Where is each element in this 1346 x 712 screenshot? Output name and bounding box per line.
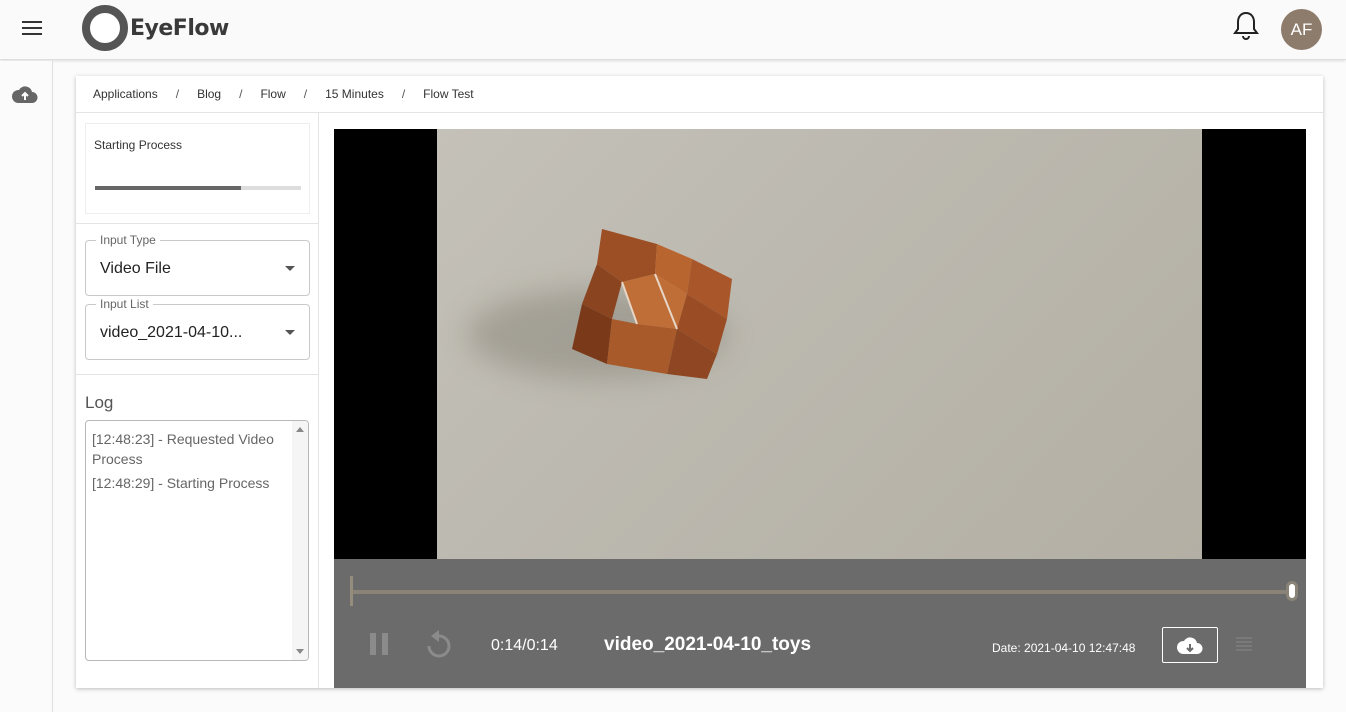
log-scrollbar[interactable] <box>292 421 308 660</box>
breadcrumb-flow-test: Flow Test <box>423 87 474 101</box>
time-display: 0:14/0:14 <box>491 637 558 654</box>
video-frame <box>437 129 1202 559</box>
app-name: EyeFlow <box>130 15 229 41</box>
logo-ring-icon <box>82 5 128 51</box>
breadcrumb-blog[interactable]: Blog <box>197 87 221 101</box>
scroll-up-icon[interactable] <box>296 427 304 432</box>
chevron-down-icon <box>285 266 295 271</box>
input-type-value: Video File <box>100 260 171 277</box>
pause-icon[interactable] <box>370 633 390 655</box>
app-bar: EyeFlow AF <box>0 0 1346 60</box>
input-list-label: Input List <box>96 297 153 311</box>
seek-bar[interactable] <box>350 576 1298 606</box>
video-date: Date: 2021-04-10 12:47:48 <box>992 641 1136 655</box>
log-textarea[interactable]: [12:48:23] - Requested Video Process [12… <box>85 420 309 661</box>
cloud-download-icon <box>1177 637 1203 654</box>
bell-icon[interactable] <box>1232 10 1260 42</box>
cloud-upload-icon[interactable] <box>12 84 38 104</box>
log-title: Log <box>85 393 114 412</box>
avatar[interactable]: AF <box>1281 9 1322 50</box>
toy-image <box>572 229 732 379</box>
breadcrumb-flow[interactable]: Flow <box>260 87 285 101</box>
chevron-down-icon <box>285 330 295 335</box>
seek-handle[interactable] <box>1286 581 1298 601</box>
scroll-down-icon[interactable] <box>296 649 304 654</box>
download-button[interactable] <box>1162 627 1218 663</box>
replay-icon[interactable] <box>426 630 452 660</box>
input-type-label: Input Type <box>96 233 160 247</box>
status-card: Starting Process <box>85 123 310 214</box>
breadcrumb-applications[interactable]: Applications <box>93 87 158 101</box>
left-panel: Starting Process Input Type Video File I… <box>76 113 319 688</box>
logo[interactable]: EyeFlow <box>82 5 229 51</box>
video-player[interactable]: 0:14/0:14 video_2021-04-10_toys Date: 20… <box>334 129 1306 688</box>
main-card: Applications / Blog / Flow/ 15 Minutes / Fl… <box>76 76 1323 688</box>
breadcrumb: Applications / Blog / Flow/ 15 Minutes / Fl… <box>76 76 1323 113</box>
breadcrumb-15-minutes[interactable]: 15 Minutes <box>325 87 384 101</box>
side-rail <box>0 61 53 712</box>
log-line: [12:48:29] - Starting Process <box>92 475 270 491</box>
log-line: [12:48:23] - Requested Video Process <box>92 431 274 467</box>
input-list-select[interactable]: Input List video_2021-04-10... <box>85 297 310 360</box>
status-label: Starting Process <box>94 138 183 152</box>
player-controls: 0:14/0:14 video_2021-04-10_toys Date: 20… <box>334 559 1306 688</box>
input-type-select[interactable]: Input Type Video File <box>85 233 310 296</box>
menu-icon[interactable] <box>22 21 42 37</box>
input-list-value: video_2021-04-10... <box>100 324 243 341</box>
list-icon[interactable] <box>1236 637 1252 651</box>
video-title: video_2021-04-10_toys <box>604 634 812 655</box>
progress-bar <box>95 186 301 190</box>
